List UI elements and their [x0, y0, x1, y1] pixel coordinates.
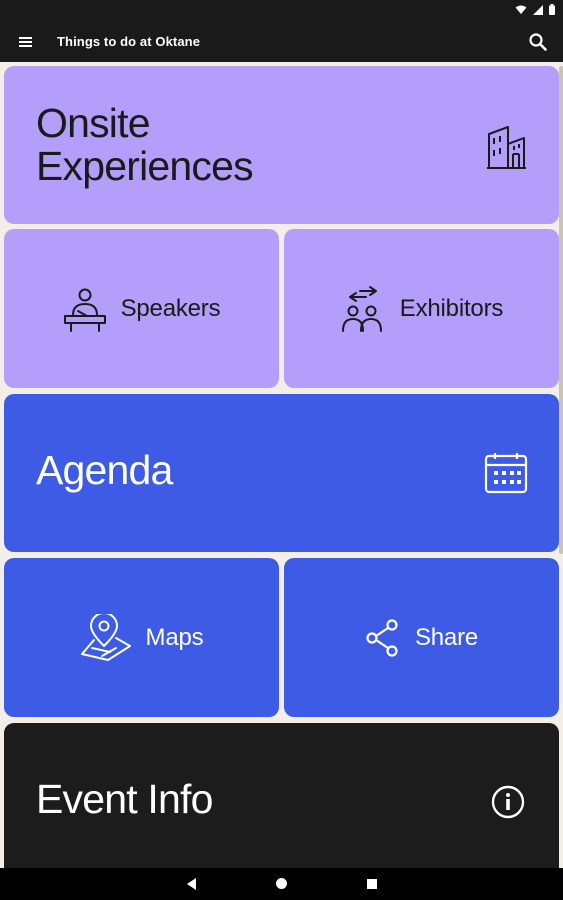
- home-icon[interactable]: [275, 877, 288, 890]
- onsite-title-line1: Onsite: [36, 100, 151, 146]
- share-label: Share: [414, 623, 479, 651]
- wifi-icon: [515, 5, 527, 14]
- recents-icon[interactable]: [366, 878, 378, 890]
- podium-speaker-icon: [63, 288, 106, 332]
- exhibitors-label: Exhibitors: [399, 294, 504, 322]
- share-content: Share: [284, 558, 559, 717]
- status-bar: [0, 0, 563, 22]
- maps-label: Maps: [145, 623, 204, 651]
- system-nav-bar: [0, 868, 563, 900]
- map-pin-icon: [80, 613, 131, 661]
- onsite-experiences-card[interactable]: Onsite Experiences: [4, 66, 559, 224]
- menu-icon[interactable]: [16, 32, 36, 52]
- agenda-card[interactable]: Agenda: [4, 394, 559, 552]
- share-icon: [366, 618, 398, 657]
- agenda-title: Agenda: [36, 447, 173, 493]
- onsite-experiences-title: Onsite Experiences: [36, 100, 254, 189]
- search-icon[interactable]: [527, 31, 549, 53]
- signal-icon: [533, 4, 543, 15]
- speakers-content: Speakers: [4, 229, 279, 388]
- speakers-label: Speakers: [120, 294, 221, 322]
- event-info-card[interactable]: Event Info: [4, 723, 559, 883]
- home-tiles: Onsite Experiences Speakers Exhibitors A…: [0, 62, 563, 883]
- info-icon: [491, 785, 525, 819]
- exhibitors-content: Exhibitors: [284, 229, 559, 388]
- maps-card[interactable]: Maps: [4, 558, 279, 717]
- status-icons: [515, 4, 555, 15]
- exhibitors-card[interactable]: Exhibitors: [284, 229, 559, 388]
- back-icon[interactable]: [185, 877, 197, 891]
- app-title: Things to do at Oktane: [57, 34, 201, 49]
- onsite-title-line2: Experiences: [36, 143, 254, 189]
- calendar-icon: [484, 453, 528, 494]
- app-bar: Things to do at Oktane: [0, 22, 563, 62]
- scrollbar[interactable]: [559, 66, 563, 554]
- share-card[interactable]: Share: [284, 558, 559, 717]
- people-group-icon: [341, 285, 382, 332]
- battery-icon: [549, 4, 555, 15]
- buildings-icon: [487, 126, 526, 169]
- speakers-card[interactable]: Speakers: [4, 229, 279, 388]
- event-info-title: Event Info: [36, 776, 213, 822]
- maps-content: Maps: [4, 558, 279, 717]
